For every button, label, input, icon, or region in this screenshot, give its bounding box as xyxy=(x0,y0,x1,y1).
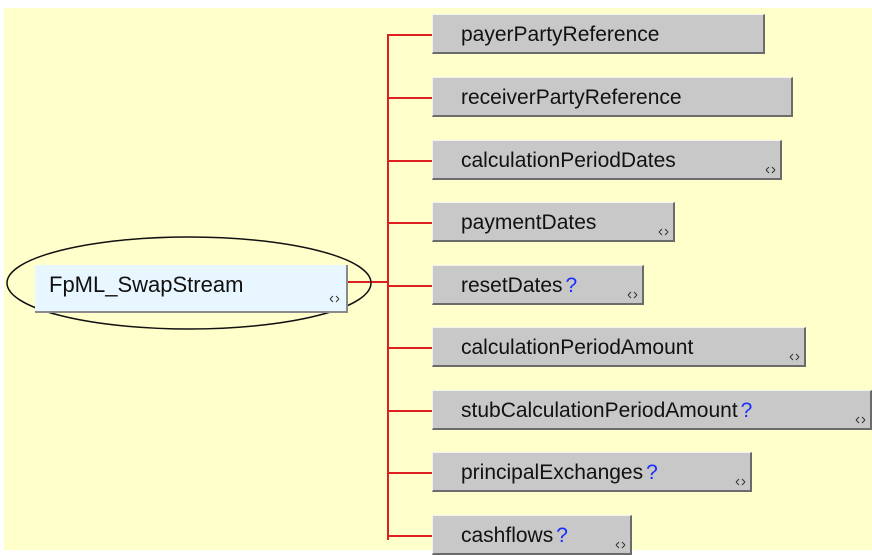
expand-children-icon[interactable] xyxy=(627,291,638,299)
expand-children-icon[interactable] xyxy=(615,541,626,549)
element-name: payerPartyReference xyxy=(461,23,660,46)
child-element-label: calculationPeriodDates xyxy=(461,148,676,174)
branch-connector xyxy=(387,160,433,162)
schema-diagram: FpML_SwapStream payerPartyReference recei… xyxy=(0,0,872,555)
child-element-calculationPeriodAmount[interactable]: calculationPeriodAmount xyxy=(432,327,806,367)
child-element-payerPartyReference[interactable]: payerPartyReference xyxy=(432,14,765,54)
child-element-receiverPartyReference[interactable]: receiverPartyReference xyxy=(432,77,793,117)
child-element-calculationPeriodDates[interactable]: calculationPeriodDates xyxy=(432,140,782,180)
branch-connector xyxy=(387,410,433,412)
branch-connector xyxy=(387,347,433,349)
element-name: resetDates xyxy=(461,274,563,297)
expand-children-icon[interactable] xyxy=(765,166,776,174)
child-element-label: paymentDates xyxy=(461,210,596,236)
expand-children-icon[interactable] xyxy=(658,228,669,236)
child-element-label: payerPartyReference xyxy=(461,22,659,48)
optional-marker: ? xyxy=(740,399,753,422)
element-name: calculationPeriodAmount xyxy=(461,336,694,359)
branch-connector xyxy=(387,472,433,474)
element-name: cashflows xyxy=(461,524,554,547)
child-element-label: receiverPartyReference xyxy=(461,85,682,111)
child-element-paymentDates[interactable]: paymentDates xyxy=(432,202,675,242)
root-element-label: FpML_SwapStream xyxy=(49,272,244,297)
expand-children-icon[interactable] xyxy=(855,416,866,424)
child-element-label: stubCalculationPeriodAmount? xyxy=(461,398,752,424)
branch-connector xyxy=(387,222,433,224)
optional-marker: ? xyxy=(556,524,568,547)
trunk-connector xyxy=(387,34,389,540)
child-element-resetDates[interactable]: resetDates? xyxy=(432,265,644,305)
element-name: principalExchanges xyxy=(461,461,644,484)
child-element-principalExchanges[interactable]: principalExchanges? xyxy=(432,452,752,492)
expand-children-icon[interactable] xyxy=(735,478,746,486)
child-element-stubCalculationPeriodAmount[interactable]: stubCalculationPeriodAmount? xyxy=(432,390,872,430)
branch-connector xyxy=(387,97,433,99)
child-element-label: principalExchanges? xyxy=(461,460,658,486)
branch-connector xyxy=(387,285,433,287)
optional-marker: ? xyxy=(646,461,658,484)
element-name: stubCalculationPeriodAmount xyxy=(461,399,738,422)
child-element-label: cashflows? xyxy=(461,523,568,549)
branch-connector xyxy=(387,34,433,36)
branch-connector xyxy=(387,535,433,537)
element-name: calculationPeriodDates xyxy=(461,149,676,172)
expand-children-icon[interactable] xyxy=(329,295,340,303)
element-name: receiverPartyReference xyxy=(461,86,682,109)
expand-children-icon[interactable] xyxy=(789,353,800,361)
element-name: paymentDates xyxy=(461,211,597,234)
optional-marker: ? xyxy=(565,274,578,297)
child-element-label: calculationPeriodAmount xyxy=(461,335,693,361)
child-element-cashflows[interactable]: cashflows? xyxy=(432,515,632,555)
child-element-label: resetDates? xyxy=(461,273,577,299)
